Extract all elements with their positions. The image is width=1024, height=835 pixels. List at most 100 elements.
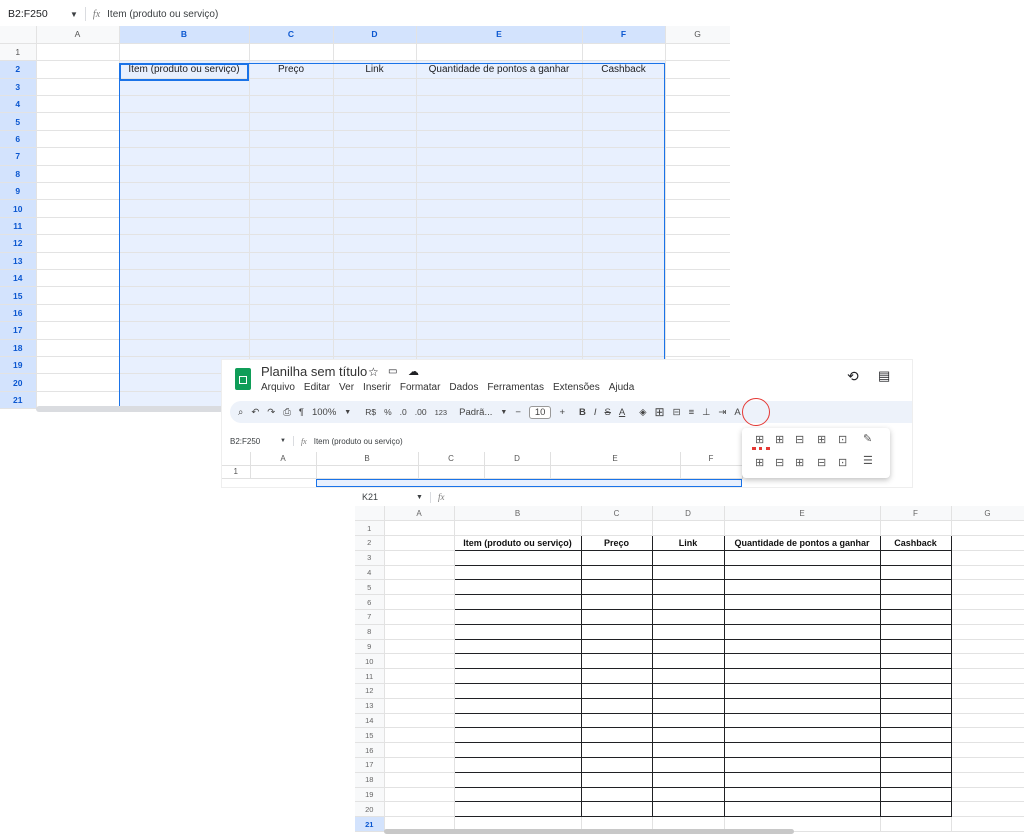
cell[interactable] bbox=[651, 564, 725, 581]
cell[interactable] bbox=[36, 147, 120, 166]
header-cell[interactable]: Link bbox=[333, 60, 417, 79]
cell[interactable] bbox=[333, 43, 417, 62]
row-header[interactable]: 7 bbox=[0, 147, 37, 166]
print-icon[interactable]: ⎙ bbox=[283, 407, 291, 418]
row-header[interactable]: 12 bbox=[355, 683, 385, 699]
cell[interactable] bbox=[36, 199, 120, 218]
cell[interactable] bbox=[119, 43, 250, 62]
menu-editar[interactable]: Editar bbox=[304, 382, 330, 393]
border-style-icon[interactable]: ☰ bbox=[863, 454, 873, 467]
cell[interactable] bbox=[951, 565, 1024, 581]
cell[interactable] bbox=[651, 801, 725, 818]
cell[interactable] bbox=[951, 816, 1024, 833]
cell[interactable] bbox=[951, 801, 1024, 818]
cell[interactable] bbox=[651, 712, 725, 729]
cell[interactable] bbox=[879, 771, 952, 788]
row-header[interactable]: 19 bbox=[355, 787, 385, 803]
cell[interactable] bbox=[416, 252, 583, 270]
cell[interactable] bbox=[879, 549, 952, 566]
cell[interactable] bbox=[333, 165, 417, 184]
bold-button[interactable]: B bbox=[579, 407, 586, 418]
cell[interactable] bbox=[119, 182, 250, 201]
cell[interactable] bbox=[384, 787, 455, 803]
column-header-g[interactable]: G bbox=[665, 26, 730, 44]
cell[interactable] bbox=[582, 130, 666, 149]
cell[interactable] bbox=[249, 234, 334, 253]
cell[interactable] bbox=[333, 234, 417, 253]
dropdown-icon[interactable]: ▼ bbox=[280, 438, 286, 444]
percent-button[interactable]: % bbox=[384, 407, 392, 417]
cell[interactable] bbox=[384, 727, 455, 744]
paint-format-icon[interactable]: ¶ bbox=[299, 407, 304, 418]
cell[interactable] bbox=[665, 321, 730, 340]
row-header[interactable]: 5 bbox=[0, 112, 37, 131]
column-header-c[interactable]: C bbox=[581, 506, 653, 522]
column-header-b[interactable]: B bbox=[119, 26, 250, 44]
cell[interactable] bbox=[665, 182, 730, 201]
cell[interactable] bbox=[951, 742, 1024, 759]
row-header[interactable]: 11 bbox=[0, 217, 37, 236]
cell[interactable] bbox=[580, 623, 653, 640]
cell[interactable] bbox=[333, 95, 417, 114]
column-header-f[interactable]: F bbox=[582, 26, 666, 44]
cell[interactable] bbox=[416, 199, 583, 218]
undo-icon[interactable]: ↶ bbox=[251, 407, 259, 418]
cell[interactable] bbox=[454, 520, 582, 537]
cell[interactable] bbox=[580, 638, 653, 655]
column-header-c[interactable]: C bbox=[249, 26, 334, 44]
number-format-button[interactable]: 123 bbox=[435, 408, 448, 417]
cell[interactable] bbox=[119, 234, 250, 253]
cell[interactable] bbox=[665, 199, 730, 218]
decrease-decimal-button[interactable]: .0 bbox=[400, 407, 407, 417]
column-header-a[interactable]: A bbox=[36, 26, 120, 44]
menu-arquivo[interactable]: Arquivo bbox=[261, 382, 295, 393]
cell[interactable] bbox=[651, 594, 725, 611]
cell[interactable] bbox=[249, 199, 334, 218]
cell[interactable] bbox=[416, 234, 583, 253]
wrap-icon[interactable]: ⇥ bbox=[718, 407, 726, 418]
cell[interactable] bbox=[723, 801, 881, 818]
cell[interactable] bbox=[333, 78, 417, 97]
cell[interactable] bbox=[119, 78, 250, 97]
cell[interactable] bbox=[582, 43, 666, 62]
cell[interactable] bbox=[665, 234, 730, 253]
cell[interactable] bbox=[484, 465, 551, 479]
cell[interactable] bbox=[879, 801, 952, 818]
cell[interactable] bbox=[951, 579, 1024, 596]
font-size-input[interactable]: 10 bbox=[528, 405, 552, 419]
cell[interactable] bbox=[416, 321, 583, 340]
formula-input[interactable]: Item (produto ou serviço) bbox=[314, 437, 403, 446]
cell[interactable] bbox=[333, 199, 417, 218]
cell[interactable] bbox=[879, 697, 952, 714]
cell[interactable] bbox=[384, 698, 455, 714]
cell[interactable] bbox=[36, 373, 120, 392]
formula-input[interactable]: Item (produto ou serviço) bbox=[107, 9, 218, 20]
cell[interactable] bbox=[879, 668, 952, 685]
cell[interactable] bbox=[333, 217, 417, 236]
comment-icon[interactable]: ▤ bbox=[878, 368, 890, 384]
cell[interactable] bbox=[951, 550, 1024, 566]
cell[interactable] bbox=[453, 712, 582, 729]
row-header[interactable]: 18 bbox=[0, 339, 37, 357]
row-header[interactable]: 18 bbox=[355, 772, 385, 788]
cell[interactable] bbox=[333, 147, 417, 166]
cell[interactable] bbox=[582, 112, 666, 131]
cell[interactable] bbox=[119, 339, 250, 357]
row-header[interactable]: 1 bbox=[0, 43, 37, 62]
cell[interactable] bbox=[333, 130, 417, 149]
cell[interactable] bbox=[36, 95, 120, 114]
cell[interactable] bbox=[723, 786, 881, 803]
dropdown-icon[interactable]: ▼ bbox=[500, 409, 507, 416]
cell[interactable] bbox=[384, 713, 455, 729]
cell[interactable] bbox=[453, 594, 582, 611]
cell[interactable] bbox=[333, 269, 417, 288]
header-cell[interactable]: Link bbox=[651, 535, 725, 551]
cell[interactable] bbox=[36, 165, 120, 184]
cell[interactable] bbox=[951, 698, 1024, 714]
cell[interactable] bbox=[879, 594, 952, 611]
cell[interactable] bbox=[582, 95, 666, 114]
cell[interactable] bbox=[333, 252, 417, 270]
row-header[interactable]: 8 bbox=[355, 624, 385, 640]
cell[interactable] bbox=[665, 269, 730, 288]
cell[interactable] bbox=[582, 199, 666, 218]
